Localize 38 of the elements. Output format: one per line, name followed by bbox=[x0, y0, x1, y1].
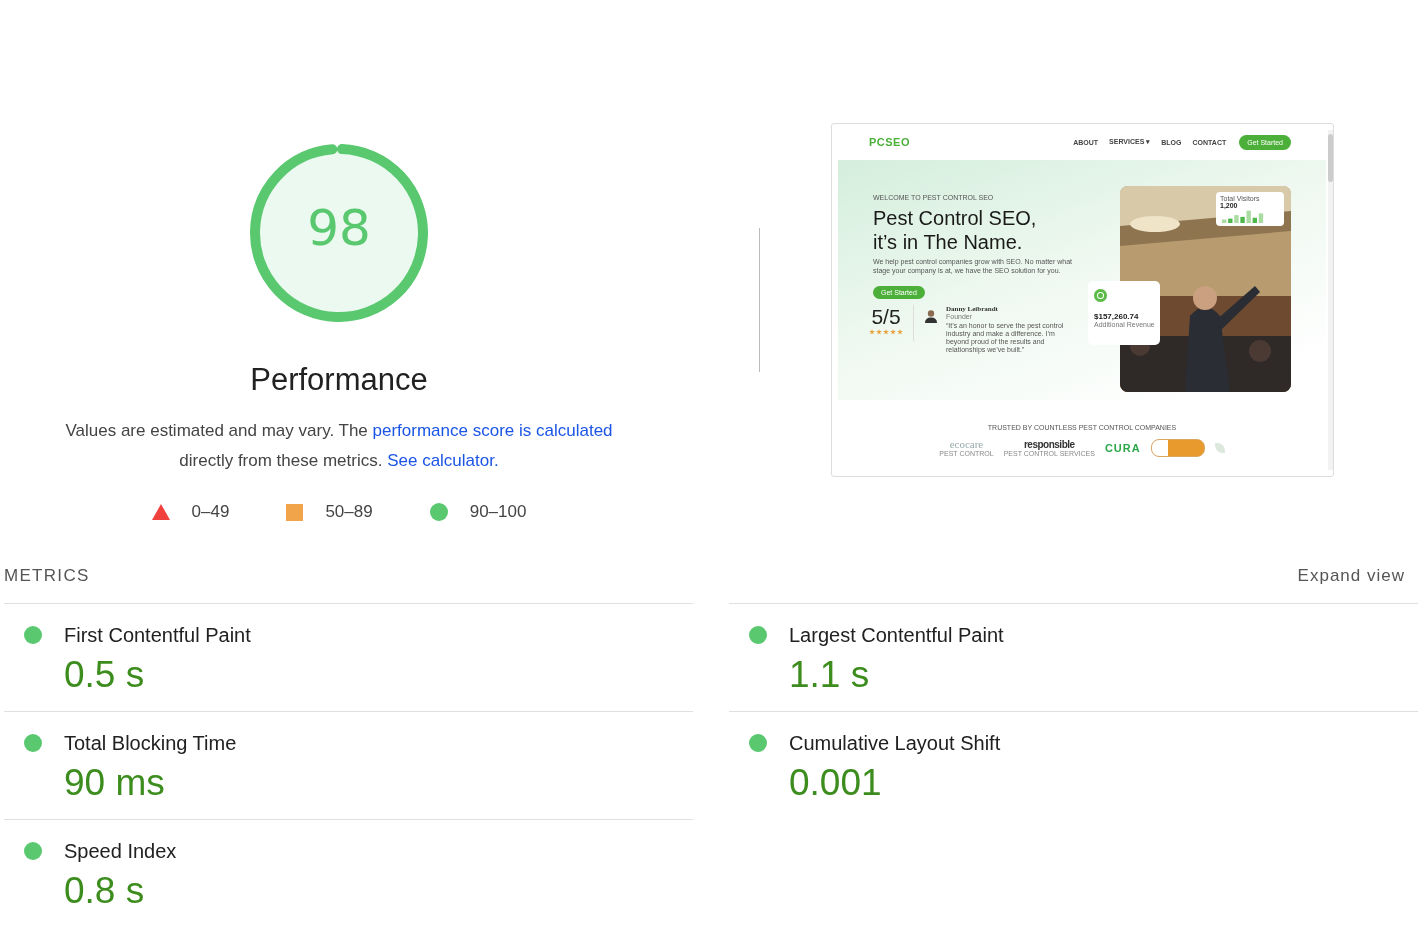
badge-logo-icon bbox=[1150, 439, 1205, 457]
category-title: Performance bbox=[250, 362, 428, 398]
hero-heading: it’s in The Name. bbox=[873, 230, 1024, 254]
metric-value: 0.8 s bbox=[64, 870, 146, 912]
bar-chart-drawing bbox=[1220, 209, 1266, 223]
status-dot bbox=[24, 734, 42, 752]
metric-value: 1.1 s bbox=[789, 654, 871, 696]
status-dot bbox=[749, 626, 767, 644]
metric-value: 0.5 s bbox=[64, 654, 146, 696]
avatar-icon bbox=[924, 309, 938, 323]
metric-name: Total Blocking Time bbox=[64, 732, 237, 755]
metric-value: 0.001 bbox=[789, 762, 883, 804]
metric-name: Cumulative Layout Shift bbox=[789, 732, 1001, 755]
status-dot bbox=[749, 734, 767, 752]
score-link[interactable]: performance score is calculated bbox=[372, 421, 613, 440]
section-title: METRICS bbox=[4, 566, 90, 586]
description-text: Values are estimated and may vary. The performance score is calculated directly from these metrics. See calculator. bbox=[64, 420, 614, 472]
expand-view-button[interactable]: Expand view bbox=[1297, 566, 1405, 586]
metric-name: Speed Index bbox=[64, 840, 177, 863]
hero-heading: Pest Control SEO, bbox=[873, 206, 1038, 230]
metric-value: 90 ms bbox=[64, 762, 166, 804]
brand-logo: responsible bbox=[1023, 439, 1075, 450]
legend-label: 50–89 bbox=[325, 502, 373, 522]
legend-label: 0–49 bbox=[191, 502, 230, 522]
status-dot bbox=[24, 842, 42, 860]
brand-logo: ecocare bbox=[949, 439, 984, 450]
calculator-link[interactable]: See calculator. bbox=[387, 451, 499, 470]
revenue-amount: $157,260.74 bbox=[1094, 312, 1139, 321]
score-value: 98 bbox=[306, 199, 372, 257]
rating-score: 5/5 bbox=[871, 305, 901, 329]
site-logo: PCSEO bbox=[869, 136, 910, 148]
leaf-logo-icon bbox=[1214, 443, 1225, 453]
status-dot bbox=[24, 626, 42, 644]
metric-name: First Contentful Paint bbox=[64, 624, 251, 647]
metric-name: Largest Contentful Paint bbox=[789, 624, 1004, 647]
brand-logo: CURA bbox=[1104, 442, 1141, 454]
legend-label: 90–100 bbox=[469, 502, 527, 522]
coin-icon bbox=[1094, 289, 1107, 302]
